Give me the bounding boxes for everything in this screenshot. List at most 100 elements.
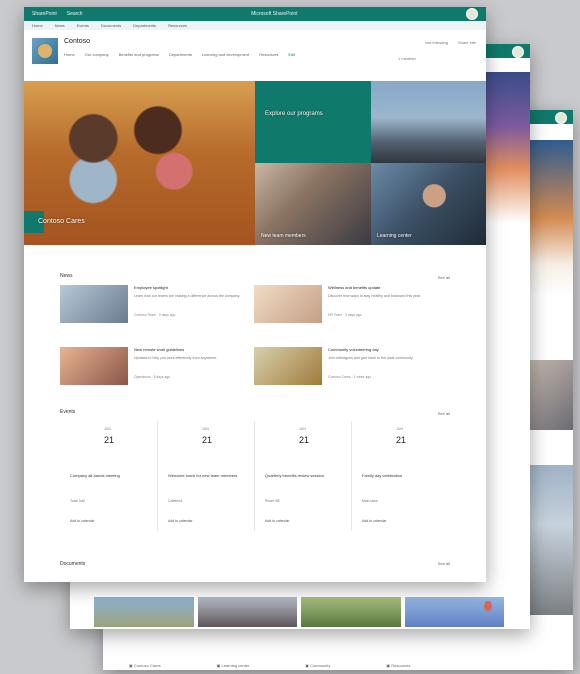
event-card[interactable]: JUN 21 Quarterly benefits review session…	[254, 421, 345, 531]
hub-item[interactable]: Documents	[101, 23, 121, 28]
news-see-all[interactable]: See all	[438, 275, 450, 280]
event-month: JUN	[104, 427, 111, 431]
news-item[interactable]: Community volunteering day Join colleagu…	[254, 347, 444, 387]
site-header: Contoso Home Our company Benefits and pr…	[24, 30, 486, 80]
nav-item[interactable]: Departments	[169, 52, 192, 57]
news-description: Join colleagues and give back to the loc…	[328, 356, 414, 360]
nav-edit[interactable]: Edit	[288, 52, 295, 57]
footer-link[interactable]: Community	[305, 663, 330, 668]
hub-item[interactable]: Resources	[168, 23, 187, 28]
hub-item[interactable]: News	[55, 23, 65, 28]
share-button[interactable]: Share site	[458, 40, 476, 45]
news-thumbnail	[254, 285, 322, 323]
nav-item[interactable]: Resources	[259, 52, 278, 57]
suitebar-center: Microsoft SharePoint	[251, 11, 298, 17]
add-to-calendar-button[interactable]: Add to calendar	[362, 519, 387, 523]
news-title[interactable]: Employee spotlight	[134, 285, 168, 290]
event-day: 21	[396, 435, 407, 445]
news-description: Updates to help you work effectively fro…	[134, 356, 218, 360]
add-to-calendar-button[interactable]: Add to calendar	[265, 519, 290, 523]
event-month: JUN	[299, 427, 306, 431]
event-month: JUN	[396, 427, 403, 431]
news-meta: Operations · 5 days ago	[134, 375, 171, 379]
follow-button[interactable]: Not following	[425, 40, 448, 45]
news-section-title: News	[60, 273, 73, 279]
background-footer-links: Contoso Cares Learning center Community …	[129, 663, 411, 668]
event-day: 21	[104, 435, 115, 445]
news-meta: Contoso Team · 2 days ago	[134, 313, 176, 317]
news-item[interactable]: Wellness and benefits update Discover ne…	[254, 285, 444, 325]
event-title[interactable]: Welcome lunch for new team members	[168, 473, 243, 478]
news-thumbnail	[60, 347, 128, 385]
event-day: 21	[202, 435, 213, 445]
news-title[interactable]: New remote work guidelines	[134, 347, 184, 352]
hero-tile-programs[interactable]: Explore our programs	[255, 81, 371, 163]
hero-caption: Learning center	[377, 233, 412, 239]
front-page: SharePoint Search Microsoft SharePoint H…	[24, 7, 486, 582]
news-meta: HR Team · 3 days ago	[328, 313, 362, 317]
hub-item[interactable]: Events	[77, 23, 89, 28]
site-title[interactable]: Contoso	[64, 38, 90, 45]
news-meta: Contoso Cares · 1 week ago	[328, 375, 371, 379]
hero-webpart: Contoso Cares Explore our programs New t…	[24, 81, 486, 245]
hub-item[interactable]: Departments	[133, 23, 156, 28]
user-avatar-icon[interactable]	[465, 8, 478, 20]
event-day: 21	[299, 435, 310, 445]
hero-caption: Explore our programs	[265, 111, 323, 117]
documents-section-title: Documents	[60, 561, 86, 567]
event-month: JUN	[202, 427, 209, 431]
add-to-calendar-button[interactable]: Add to calendar	[70, 519, 95, 523]
events-see-all[interactable]: See all	[438, 411, 450, 416]
add-to-calendar-button[interactable]: Add to calendar	[168, 519, 193, 523]
footer-link[interactable]: Contoso Cares	[129, 663, 161, 668]
strip-image	[301, 597, 401, 627]
header-actions: Not following Share site	[425, 40, 476, 45]
event-title[interactable]: Quarterly benefits review session	[265, 473, 340, 478]
news-item[interactable]: Employee spotlight Learn how our teams a…	[60, 285, 250, 325]
event-title[interactable]: Family day celebration	[362, 473, 437, 478]
nav-item[interactable]: Home	[64, 52, 75, 57]
news-item[interactable]: New remote work guidelines Updates to he…	[60, 347, 250, 387]
app-launcher-icon	[512, 46, 524, 58]
news-thumbnail	[60, 285, 128, 323]
suite-bar: SharePoint Search Microsoft SharePoint	[24, 7, 486, 21]
app-name[interactable]: SharePoint	[32, 11, 57, 17]
strip-image-balloons	[404, 597, 504, 627]
news-title[interactable]: Wellness and benefits update	[328, 285, 380, 290]
strip-image	[197, 597, 297, 627]
app-launcher-icon	[555, 112, 567, 124]
nav-item[interactable]: Benefits and programs	[119, 52, 159, 57]
background-image-strip	[94, 597, 504, 629]
hub-item[interactable]: Home	[32, 23, 43, 28]
news-title[interactable]: Community volunteering day	[328, 347, 379, 352]
documents-see-all[interactable]: See all	[438, 561, 450, 566]
search-box[interactable]: Search	[67, 11, 83, 17]
event-card[interactable]: JUN 21 Welcome lunch for new team member…	[157, 421, 248, 531]
hero-tile-office[interactable]: New team members	[255, 163, 371, 245]
news-thumbnail	[254, 347, 322, 385]
hero-tile-hikers[interactable]	[371, 81, 486, 163]
hero-tile-learning[interactable]: Learning center	[371, 163, 486, 245]
news-description: Discover new ways to stay healthy and ba…	[328, 294, 421, 298]
event-location: Cafeteria	[168, 499, 183, 503]
nav-item[interactable]: Learning and development	[202, 52, 249, 57]
news-description: Learn how our teams are making a differe…	[134, 294, 241, 298]
site-navigation: Home Our company Benefits and programs D…	[64, 52, 295, 57]
site-logo[interactable]	[32, 38, 58, 64]
hub-navigation: Home News Events Documents Departments R…	[24, 21, 486, 30]
nav-item[interactable]: Our company	[85, 52, 109, 57]
hero-tile-family[interactable]: Contoso Cares	[24, 81, 255, 245]
hero-caption: Contoso Cares	[38, 218, 85, 225]
event-card[interactable]: JUN 21 Family day celebration Main lawn …	[351, 421, 442, 531]
event-location: Town hall	[70, 499, 85, 503]
event-card[interactable]: JUN 21 Company all-hands meeting Town ha…	[60, 421, 150, 531]
events-section-title: Events	[60, 409, 76, 415]
members-count[interactable]: 1 member	[398, 56, 416, 61]
event-title[interactable]: Company all-hands meeting	[70, 473, 145, 478]
event-location: Room 4B	[265, 499, 280, 503]
footer-link[interactable]: Resources	[386, 663, 410, 668]
hero-caption: New team members	[261, 233, 306, 239]
footer-link[interactable]: Learning center	[217, 663, 249, 668]
event-location: Main lawn	[362, 499, 378, 503]
strip-image	[94, 597, 194, 627]
